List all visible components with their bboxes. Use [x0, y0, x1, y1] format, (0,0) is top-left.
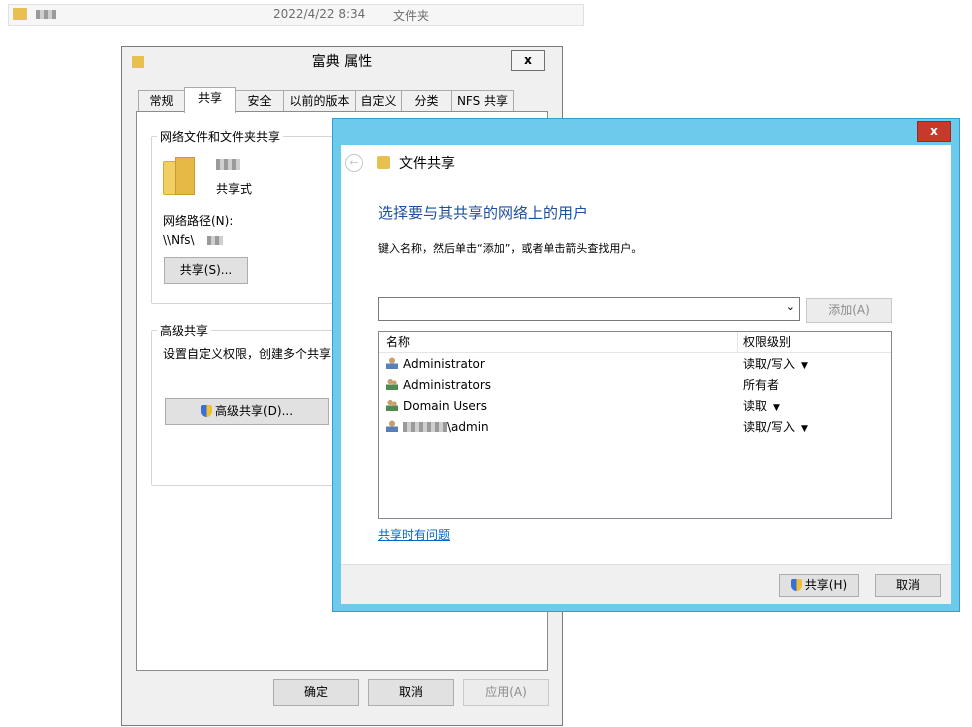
share-type-label: 共享式: [216, 182, 253, 196]
explorer-file-row[interactable]: 2022/4/22 8:34 文件夹: [8, 4, 584, 26]
ok-button[interactable]: 确定: [273, 679, 359, 706]
folder-icon: [13, 8, 27, 20]
column-header-permission[interactable]: 权限级别: [743, 332, 791, 352]
redacted-domain: [403, 422, 447, 432]
chevron-down-icon[interactable]: ⌄: [786, 300, 795, 313]
tab-nfs-sharing[interactable]: NFS 共享: [451, 90, 514, 112]
advanced-share-description: 设置自定义权限，创建多个共享: [163, 347, 332, 361]
network-path-label: 网络路径(N):: [163, 214, 234, 228]
user-name: Domain Users: [403, 399, 487, 413]
cancel-button[interactable]: 取消: [368, 679, 454, 706]
file-type: 文件夹: [393, 9, 430, 23]
wizard-close-button[interactable]: x: [917, 121, 951, 142]
user-icon: [386, 420, 398, 432]
network-path-value: \\Nfs\: [163, 233, 195, 247]
permission-level: 所有者: [743, 378, 780, 392]
tab-sharing[interactable]: 共享: [184, 87, 236, 113]
properties-title: 富典 属性: [311, 54, 373, 70]
user-name-cell: Administrator: [386, 354, 485, 375]
confirm-share-label: 共享(H): [804, 578, 848, 592]
group-icon: [386, 378, 398, 390]
permission-level: 读取/写入: [743, 420, 796, 434]
tab-classification[interactable]: 分类: [401, 90, 452, 112]
wizard-body: 选择要与其共享的网络上的用户 键入名称，然后单击“添加”，或者单击箭头查找用户。…: [341, 181, 951, 603]
caret-down-icon[interactable]: ▼: [801, 424, 808, 434]
confirm-share-button[interactable]: 共享(H): [779, 574, 859, 597]
caret-down-icon[interactable]: ▼: [801, 361, 808, 371]
permission-dropdown[interactable]: 读取/写入 ▼: [743, 417, 808, 440]
file-sharing-dialog: x ← 文件共享 选择要与其共享的网络上的用户 键入名称，然后单击“添加”，或者…: [332, 118, 960, 612]
redacted-folder-name: [216, 159, 240, 170]
back-arrow-icon[interactable]: ←: [345, 154, 363, 172]
table-row[interactable]: \admin 读取/写入 ▼: [379, 417, 891, 438]
column-header-name[interactable]: 名称: [386, 332, 410, 352]
table-row[interactable]: Administrators 所有者: [379, 375, 891, 396]
table-row[interactable]: Domain Users 读取 ▼: [379, 396, 891, 417]
sharing-users-icon: [377, 156, 390, 169]
tab-customize[interactable]: 自定义: [355, 90, 402, 112]
wizard-heading: 选择要与其共享的网络上的用户: [378, 204, 589, 222]
user-name-cell: Domain Users: [386, 396, 487, 417]
network-share-group-title: 网络文件和文件夹共享: [157, 128, 284, 145]
file-date: 2022/4/22 8:34: [273, 7, 366, 21]
advanced-share-group-title: 高级共享: [157, 322, 212, 339]
user-name-cell: \admin: [386, 417, 489, 438]
caret-down-icon[interactable]: ▼: [773, 403, 780, 413]
user-name-cell: Administrators: [386, 375, 491, 396]
tab-general[interactable]: 常规: [138, 90, 185, 112]
user-name: \admin: [447, 420, 489, 434]
permission-level: 读取/写入: [743, 357, 796, 371]
advanced-share-button[interactable]: 高级共享(D)...: [165, 398, 329, 425]
properties-close-button[interactable]: x: [511, 50, 545, 71]
wizard-header: ← 文件共享: [341, 145, 951, 181]
table-header: 名称 权限级别: [379, 332, 891, 353]
permission-dropdown[interactable]: 读取/写入 ▼: [743, 354, 808, 377]
advanced-share-button-label: 高级共享(D)...: [214, 404, 294, 418]
wizard-instruction: 键入名称，然后单击“添加”，或者单击箭头查找用户。: [378, 242, 643, 255]
wizard-title: 文件共享: [399, 156, 455, 172]
wizard-cancel-button[interactable]: 取消: [875, 574, 941, 597]
permission-level: 读取: [743, 399, 768, 413]
tab-previous-versions[interactable]: 以前的版本: [283, 90, 356, 112]
uac-shield-icon: [790, 579, 802, 591]
redacted-path: [207, 236, 223, 245]
user-permission-table: 名称 权限级别 Administrator 读取/写入 ▼ Administrat…: [378, 331, 892, 519]
table-row[interactable]: Administrator 读取/写入 ▼: [379, 354, 891, 375]
wizard-footer: 共享(H) 取消: [341, 564, 951, 604]
user-name: Administrators: [403, 378, 492, 392]
add-user-button[interactable]: 添加(A): [806, 298, 892, 323]
user-icon: [386, 357, 398, 369]
group-icon: [386, 399, 398, 411]
sharing-help-link[interactable]: 共享时有问题: [378, 526, 450, 543]
permission-dropdown[interactable]: 读取 ▼: [743, 396, 780, 419]
tab-security[interactable]: 安全: [235, 90, 284, 112]
share-button[interactable]: 共享(S)...: [164, 257, 248, 284]
uac-shield-icon: [200, 405, 212, 417]
user-name-combobox[interactable]: ⌄: [378, 297, 800, 321]
redacted-name: [36, 10, 56, 19]
user-name: Administrator: [403, 357, 485, 371]
shared-folder-icon: [163, 157, 199, 197]
apply-button[interactable]: 应用(A): [463, 679, 549, 706]
